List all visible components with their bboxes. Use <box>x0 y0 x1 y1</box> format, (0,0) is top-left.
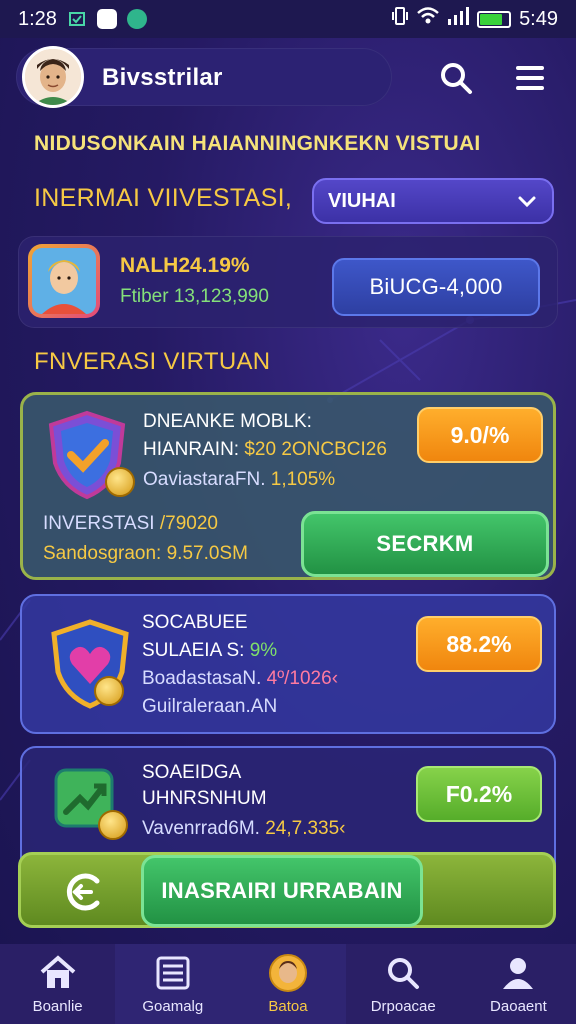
status-bar: 1:28 5:49 <box>0 0 576 38</box>
coin-icon <box>94 676 124 706</box>
tab-search[interactable]: Drpoacae <box>346 944 461 1024</box>
tab-label: Batoa <box>268 998 308 1015</box>
wifi-icon <box>417 7 439 31</box>
tab-home[interactable]: Boanlie <box>0 944 115 1024</box>
search-icon <box>382 952 424 994</box>
summary-rate: NALH24.19% <box>120 254 250 277</box>
signal-icon <box>447 7 470 31</box>
action-bar: INASRAIRI URRABAIN <box>18 852 556 928</box>
tab-profile[interactable]: Batoa <box>230 944 346 1024</box>
search-icon <box>441 63 472 94</box>
vibrate-icon <box>391 6 409 32</box>
avatar[interactable] <box>22 46 84 108</box>
profile-badge-icon <box>28 244 100 318</box>
tab-account[interactable]: Daoaent <box>461 944 576 1024</box>
tab-label: Boanlie <box>32 998 83 1015</box>
card-line-3: Vavenrrad6M. 24,7.335‹ <box>142 818 346 839</box>
promo-banner-text: NIDUSONKAIN HAIANNINGNKEKN VISTUAI <box>34 132 481 155</box>
search-button[interactable] <box>432 54 480 102</box>
game-notification-icon <box>126 9 147 29</box>
virtual-section-title: FNVERASI VIRTUAN <box>34 348 271 375</box>
invest-action-button[interactable]: INASRAIRI URRABAIN <box>141 855 423 927</box>
card-line-2: SULAEIA S: 9% <box>142 640 278 661</box>
card-title: SOAEIDGA <box>142 762 242 783</box>
section-title: INERMAI VIIVESTASI, <box>34 184 293 212</box>
avatar-icon <box>267 952 309 994</box>
coin-icon <box>98 810 128 840</box>
chevron-down-icon <box>518 196 536 208</box>
card-line-2: HIANRAIN: $20 2ONCBCI26 <box>143 439 387 460</box>
tab-list[interactable]: Goamalg <box>115 944 231 1024</box>
card-line-2: UHNRSNHUM <box>142 788 267 809</box>
summary-panel: NALH24.19% Ftiber 13,123,990 BiUCG-4,000 <box>18 236 558 328</box>
investment-card[interactable]: SOCABUEE SULAEIA S: 9% BoadastasaN. 4º/1… <box>20 594 556 734</box>
tab-label: Goamalg <box>142 998 204 1015</box>
return-badge: F0.2% <box>416 766 542 822</box>
status-time: 1:28 <box>18 7 57 30</box>
app-notification-icon <box>96 9 117 29</box>
card-line-4: Guilraleraan.AN <box>142 696 278 717</box>
coin-icon <box>105 467 135 497</box>
person-icon <box>497 952 539 994</box>
card-line-5: Sandosgraon: 9.57.0SM <box>43 543 248 564</box>
list-icon <box>152 952 194 994</box>
return-badge: 9.0/% <box>417 407 543 463</box>
tab-label: Daoaent <box>490 998 547 1015</box>
battery-icon <box>477 10 512 28</box>
notification-icon <box>66 9 87 29</box>
return-badge: 88.2% <box>416 616 542 672</box>
summary-button[interactable]: BiUCG-4,000 <box>332 258 540 316</box>
home-icon <box>37 952 79 994</box>
card-line-3: OaviastaraFN. 1,105% <box>143 469 336 490</box>
card-title: DNEANKE MOBLK: <box>143 411 312 432</box>
card-title: SOCABUEE <box>142 612 248 633</box>
back-arrow-icon[interactable] <box>61 869 107 915</box>
summary-sub: Ftiber 13,123,990 <box>120 286 269 307</box>
bottom-tab-bar: Boanlie Goamalg Batoa Drpoacae Daoaent <box>0 944 576 1024</box>
menu-button[interactable] <box>506 54 554 102</box>
investment-card[interactable]: DNEANKE MOBLK: HIANRAIN: $20 2ONCBCI26 O… <box>20 392 556 580</box>
dropdown-selected: VIUHAI <box>328 189 396 212</box>
status-clock-right: 5:49 <box>519 7 558 30</box>
tab-label: Drpoacae <box>370 998 436 1015</box>
secure-button[interactable]: SECRKM <box>301 511 549 577</box>
currency-dropdown[interactable]: VIUHAI <box>312 178 554 224</box>
hamburger-icon <box>516 66 544 90</box>
card-line-3: BoadastasaN. 4º/1026‹ <box>142 668 339 689</box>
app-title: Bivsstrilar <box>102 64 223 91</box>
app-header: Bivsstrilar <box>16 46 560 108</box>
card-line-4: INVERSTASI /79020 <box>43 513 218 534</box>
